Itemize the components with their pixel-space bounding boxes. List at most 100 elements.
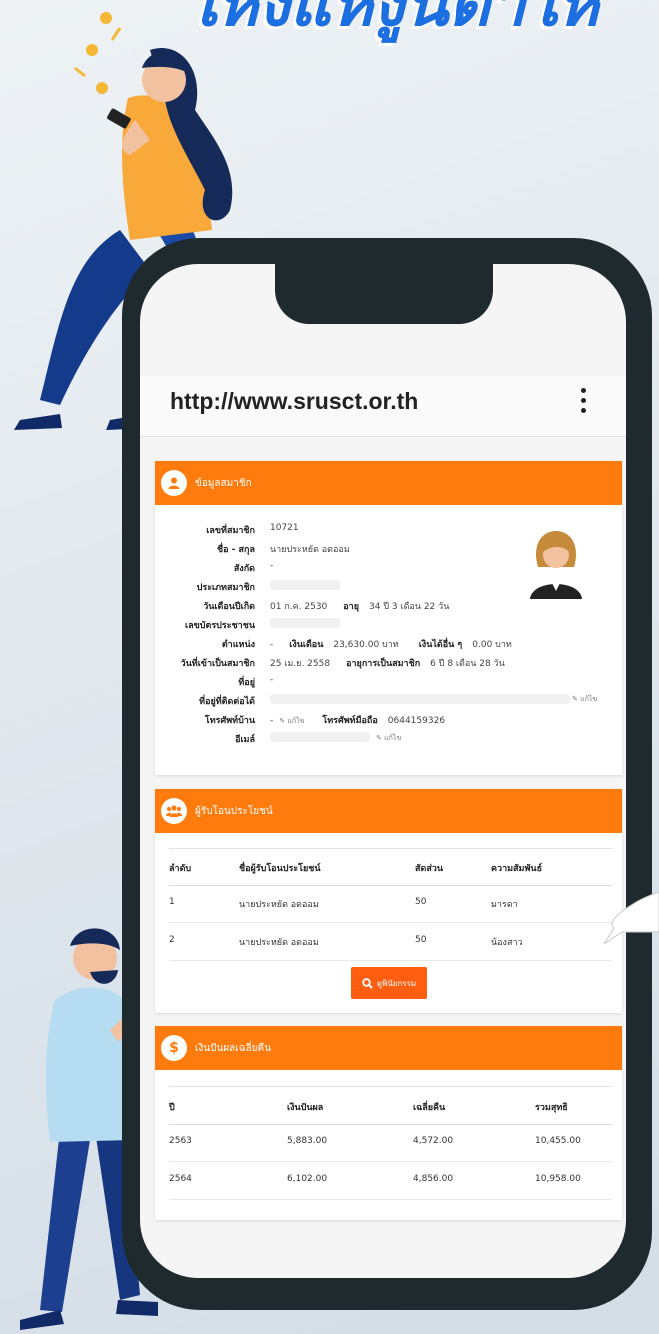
table-header-cell: เฉลี่ยคืน <box>413 1102 446 1113</box>
masked-value <box>270 694 570 704</box>
beneficiary-card: ผู้รับโอนประโยชน์ ลำดับ ชื่อผู้รับโอนประโ… <box>155 789 622 1013</box>
dividend-card-title: เงินปันผลเฉลี่ยคืน <box>195 1042 272 1054</box>
user-icon <box>161 470 187 496</box>
avatar <box>530 531 582 599</box>
phone-notch <box>275 264 493 324</box>
browser-bar: http://www.srusct.or.th <box>140 376 626 437</box>
info-extra-label: อายุ <box>343 602 360 612</box>
member-card-header: ข้อมูลสมาชิก <box>155 461 622 505</box>
info-value: นายประหยัด อดออม <box>270 542 350 556</box>
member-info-row: ที่อยู่ที่ติดต่อได้ ✎ แก้ไข <box>155 694 622 712</box>
table-cell: 10,455.00 <box>535 1136 581 1146</box>
member-card-title: ข้อมูลสมาชิก <box>195 477 252 489</box>
member-info-row: วันเดือนปีเกิด 01 ก.ค. 2530 อายุ 34 ปี 3 เด… <box>155 599 622 617</box>
phone-frame: http://www.srusct.or.th ข้อมูลสมาชิก เลข… <box>122 238 652 1310</box>
info-value-text: นายประหยัด อดออม <box>270 545 350 555</box>
info-label: ตำแหน่ง <box>221 640 255 650</box>
table-row: 2 นายประหยัด อดออม 50 น้องสาว <box>169 922 612 961</box>
table-cell: 4,856.00 <box>413 1174 454 1184</box>
info-extra-value: 0.00 บาท <box>472 640 512 650</box>
info-label: โทรศัพท์บ้าน <box>204 716 255 726</box>
info-label: สังกัด <box>233 564 255 574</box>
table-header-cell: สัดส่วน <box>415 864 444 874</box>
phone-screen: http://www.srusct.or.th ข้อมูลสมาชิก เลข… <box>140 264 626 1278</box>
info-value: - <box>270 561 273 571</box>
table-cell: 1 <box>169 897 175 907</box>
info-value-text: - <box>270 640 274 650</box>
dollar-icon: $ <box>161 1035 187 1061</box>
info-extra-label: โทรศัพท์มือถือ <box>322 716 378 726</box>
speech-bubble-shape <box>603 892 659 944</box>
edit-link-label: แก้ไข <box>287 717 305 725</box>
table-header-row: ปี เงินปันผล เฉลี่ยคืน รวมสุทธิ <box>169 1086 612 1125</box>
info-extra-value: 6 ปี 8 เดือน 28 วัน <box>430 659 505 669</box>
edit-link[interactable]: ✎ แก้ไข <box>279 717 304 725</box>
table-cell: มารดา <box>491 900 518 910</box>
table-cell: น้องสาว <box>491 938 523 948</box>
edit-link-label: แก้ไข <box>384 733 402 742</box>
masked-value <box>270 618 340 628</box>
group-icon <box>161 798 187 824</box>
info-extra-value: 34 ปี 3 เดือน 22 วัน <box>369 602 450 612</box>
table-cell: 10,958.00 <box>535 1174 581 1184</box>
info-value: ✎ แก้ไข <box>270 732 401 744</box>
dividend-card-header: $ เงินปันผลเฉลี่ยคืน <box>155 1026 622 1070</box>
masked-value <box>270 580 340 590</box>
info-extra-value: 23,630.00 บาท <box>333 640 399 650</box>
table-cell: 50 <box>415 897 427 907</box>
info-value <box>270 580 340 591</box>
edit-link[interactable]: ✎ แก้ไข <box>572 694 597 705</box>
info-value-text: 25 เม.ย. 2558 <box>270 659 331 669</box>
info-label: ที่อยู่ <box>238 678 255 688</box>
table-cell: 2564 <box>169 1174 192 1184</box>
kebab-menu-icon[interactable] <box>580 388 588 416</box>
info-value <box>270 618 340 629</box>
info-label: วันเดือนปีเกิด <box>203 602 255 612</box>
view-will-button[interactable]: ดูพินัยกรรม <box>351 967 427 999</box>
info-extra-label: อายุการเป็นสมาชิก <box>346 659 421 669</box>
view-will-label: ดูพินัยกรรม <box>376 978 417 988</box>
info-extra: เงินได้อื่น ๆ 0.00 บาท <box>419 640 512 650</box>
info-extra: โทรศัพท์มือถือ 0644159326 <box>322 716 445 726</box>
edit-link-label: แก้ไข <box>580 695 598 703</box>
member-info-row: เลขบัตรประชาชน <box>155 618 622 636</box>
info-label: ชื่อ - สกุล <box>217 545 255 555</box>
info-extra: อายุการเป็นสมาชิก 6 ปี 8 เดือน 28 วัน <box>346 659 505 669</box>
info-extra-label: เงินได้อื่น ๆ <box>418 640 463 650</box>
table-cell: 2 <box>169 935 175 945</box>
info-value: - <box>270 675 273 685</box>
edit-link[interactable]: ✎ แก้ไข <box>376 734 401 742</box>
member-info-card: ข้อมูลสมาชิก เลขที่สมาชิก 10721 ชื่อ - สกุ… <box>155 461 622 775</box>
url-text[interactable]: http://www.srusct.or.th <box>170 388 418 415</box>
table-row: 2564 6,102.00 4,856.00 10,958.00 <box>169 1161 612 1200</box>
member-info-row: วันที่เข้าเป็นสมาชิก 25 เม.ย. 2558 อายุการ… <box>155 656 622 674</box>
info-label: เลขบัตรประชาชน <box>185 621 255 631</box>
table-cell: นายประหยัด อดออม <box>239 938 319 948</box>
table-cell: 4,572.00 <box>413 1136 454 1146</box>
info-value: 25 เม.ย. 2558 อายุการเป็นสมาชิก 6 ปี 8 เดื… <box>270 656 505 670</box>
table-cell: นายประหยัด อดออม <box>239 900 319 910</box>
beneficiary-card-header: ผู้รับโอนประโยชน์ <box>155 789 622 833</box>
info-value-text: - <box>270 716 274 726</box>
table-header-cell: ความสัมพันธ์ <box>491 864 543 874</box>
table-cell: 50 <box>415 935 427 945</box>
info-value-text: 10721 <box>270 523 299 533</box>
member-info-row: ที่อยู่ - <box>155 675 622 693</box>
info-label: วันที่เข้าเป็นสมาชิก <box>180 659 255 669</box>
info-extra: เงินเดือน 23,630.00 บาท <box>289 640 398 650</box>
info-value: ✎ แก้ไข <box>270 694 597 705</box>
table-row: 2563 5,883.00 4,572.00 10,455.00 <box>169 1123 612 1162</box>
table-header-row: ลำดับ ชื่อผู้รับโอนประโยชน์ สัดส่วน ความสัม… <box>169 848 612 886</box>
info-label: ที่อยู่ที่ติดต่อได้ <box>199 697 255 707</box>
info-value: 01 ก.ค. 2530 อายุ 34 ปี 3 เดือน 22 วัน <box>270 599 449 613</box>
dividend-card: $ เงินปันผลเฉลี่ยคืน ปี เงินปันผล เฉลี่ยคื… <box>155 1026 622 1220</box>
table-row: 1 นายประหยัด อดออม 50 มารดา <box>169 884 612 923</box>
info-extra-label: เงินเดือน <box>289 640 324 650</box>
info-value-text: - <box>270 675 274 685</box>
info-value: - ✎ แก้ไข โทรศัพท์มือถือ 0644159326 <box>270 713 445 727</box>
beneficiary-card-title: ผู้รับโอนประโยชน์ <box>195 805 273 817</box>
table-cell: 5,883.00 <box>287 1136 328 1146</box>
table-header-cell: ลำดับ <box>169 864 192 874</box>
member-info-row: โทรศัพท์บ้าน - ✎ แก้ไข โทรศัพท์มือถือ 064415… <box>155 713 622 731</box>
table-cell: 2563 <box>169 1136 192 1146</box>
